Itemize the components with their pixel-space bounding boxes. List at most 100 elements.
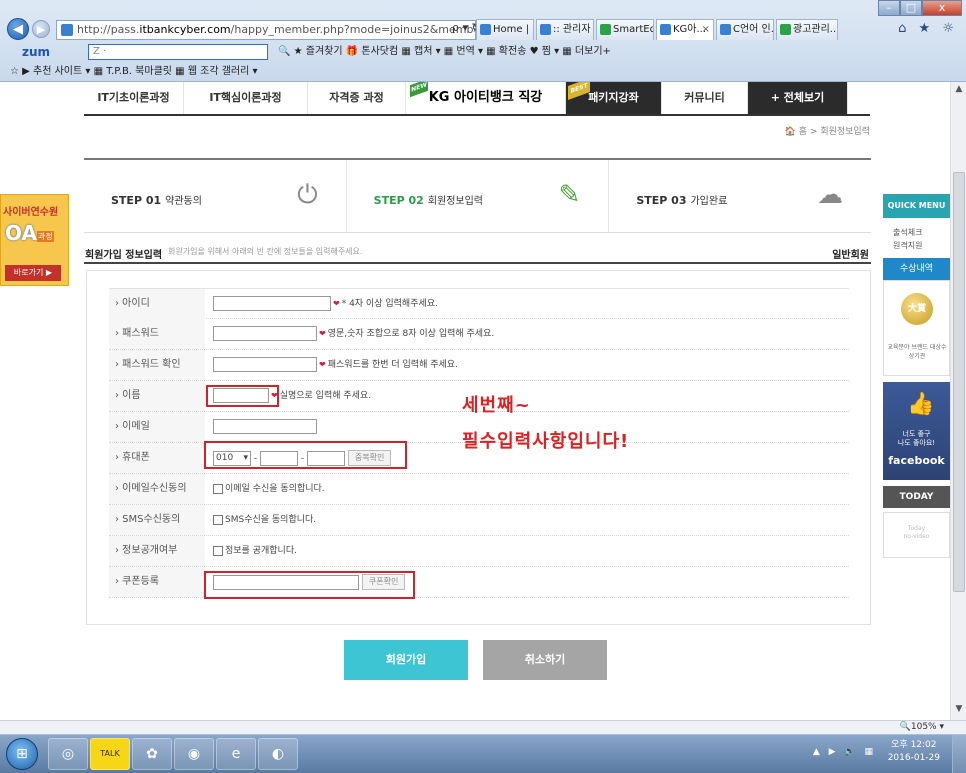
step-label: STEP 03 가입완료 (636, 192, 727, 207)
nav-item-label: IT핵심이론과정 (209, 91, 282, 104)
remote-support-link[interactable]: 원격지원 (893, 239, 950, 252)
signup-step: STEP 03 가입완료 ☁ (609, 160, 871, 232)
id-hint: * 4자 이상 입력해주세요. (341, 299, 438, 309)
cyber-training-banner[interactable]: 사이버연수원 OA 과정 바로가기 ▶ (0, 194, 69, 286)
nav-item[interactable]: 커뮤니티 (662, 82, 748, 114)
browser-tab[interactable]: KG아... × (656, 19, 714, 40)
back-button[interactable]: ◀ (7, 18, 29, 40)
tab-label: C언어 인... (733, 24, 774, 35)
cancel-button[interactable]: 취소하기 (483, 640, 607, 680)
annotation-line-1: 세번째~ (462, 395, 531, 416)
scroll-thumb[interactable] (953, 172, 965, 592)
ie-icon[interactable]: e (216, 738, 256, 770)
browser-chrome: ◀ ▶ http://pass.itbankcyber.com/happy_me… (0, 0, 966, 82)
window-controls: – □ x (878, 0, 962, 16)
nav-item[interactable]: + 전체보기 (748, 82, 848, 114)
award-box[interactable]: 大賞 교육분야 브랜드 대상수상기관 (883, 280, 950, 376)
fb-line-2: 나도 좋아요! (897, 439, 936, 447)
form-row-password: › 패스워드 ❤ 영문,숫자 조합으로 8자 이상 입력해 주세요. (109, 319, 849, 350)
form-row-public-info: › 정보공개여부 정보를 공개합니다. (109, 536, 849, 567)
email-agree-checkbox[interactable] (213, 483, 223, 494)
tab-favicon-icon (480, 24, 491, 35)
address-bar[interactable]: http://pass.itbankcyber.com/happy_member… (56, 20, 476, 40)
page-viewport: IT기초이론과정 IT핵심이론과정 자격증 과정 NEW KG 아이티뱅크 직강 BEST… (0, 82, 950, 720)
awards-header: 수상내역 (883, 258, 950, 280)
join-button[interactable]: 회원가입 (344, 640, 468, 680)
nav-item[interactable]: IT기초이론과정 (84, 82, 184, 114)
minimize-button[interactable]: – (878, 0, 900, 16)
browser-tab[interactable]: C언어 인... (716, 19, 774, 40)
browser-tab[interactable]: 광고관리... (776, 19, 838, 40)
zum-search-input[interactable]: Z · (88, 44, 268, 60)
form-description: 회원가입을 위해서 아래의 빈 칸에 정보들을 입력해주세요. (168, 247, 363, 256)
today-header: TODAY (883, 486, 950, 508)
sms-agree-checkbox[interactable] (213, 514, 223, 525)
quick-menu-header: QUICK MENU (883, 194, 950, 218)
bookmarks-bar[interactable]: ☆ ▶ 추천 사이트 ▾ ▦ T.P.B. 북마클릿 ▦ 웹 조각 갤러리 ▾ (0, 62, 966, 82)
close-tab-icon[interactable]: × (702, 20, 710, 40)
tab-label: 광고관리... (793, 24, 838, 35)
email-field[interactable] (213, 419, 317, 434)
public-info-text: 정보를 공개합니다. (225, 546, 297, 556)
zum-logo[interactable]: zum (22, 42, 50, 62)
scroll-up-icon[interactable]: ▲ (953, 84, 965, 98)
status-bar: 🔍105% ▾ (0, 720, 966, 734)
kakaotalk-icon[interactable]: TALK (90, 738, 130, 770)
power-icon: ⏻ (297, 180, 318, 210)
form-row-id: › 아이디 ❤ * 4자 이상 입력해주세요. (109, 288, 849, 319)
required-icon: ❤ (319, 360, 326, 369)
browser-tab[interactable]: :: 관리자 ... (536, 19, 594, 40)
award-caption: 교육분야 브랜드 대상수상기관 (887, 344, 947, 360)
today-empty: no-video (903, 533, 930, 540)
public-info-label: › 정보공개여부 (109, 536, 205, 566)
required-icon: ❤ (333, 299, 340, 308)
facebook-banner[interactable]: 👍 너도 좋구 나도 좋아요! facebook (883, 382, 950, 480)
annotation-line-2: 필수입력사항입니다! (462, 431, 630, 452)
system-tray-icons[interactable]: ▲ ▶ 🔈 ▦ (813, 747, 876, 757)
nav-item-label: 패키지강좌 (588, 91, 639, 104)
toolbar-tools[interactable]: 🔍 ★ 즐겨찾기 🎁 톤사닷컴 ▦ 캡처 ▾ ▦ 번역 ▾ ▦ 확전송 ♥ 찜 … (278, 42, 611, 62)
medal-icon: 大賞 (901, 293, 933, 325)
public-info-checkbox[interactable] (213, 545, 223, 556)
password-field[interactable] (213, 326, 317, 341)
id-field[interactable] (213, 296, 331, 311)
attendance-link[interactable]: 출석체크 (893, 226, 950, 239)
highlight-box-name (206, 385, 279, 407)
app-icon[interactable]: ◐ (258, 738, 298, 770)
page-scrollbar[interactable]: ▲ ▼ (950, 82, 966, 720)
nav-item[interactable]: NEW KG 아이티뱅크 직강 (406, 82, 566, 114)
banner-oa: OA (5, 221, 37, 245)
browser-tab[interactable]: Home | L... (476, 19, 534, 40)
quick-menu: QUICK MENU 출석체크 원격지원 수상내역 大賞 교육분야 브랜드 대상… (883, 194, 950, 558)
tab-label: :: 관리자 ... (553, 24, 593, 35)
maximize-button[interactable]: □ (900, 0, 922, 16)
chrome-icon[interactable]: ◉ (174, 738, 214, 770)
clock[interactable]: 오후 12:02 2016-01-29 (888, 739, 940, 765)
close-window-button[interactable]: x (922, 0, 962, 16)
sms-agree-label: › SMS수신동의 (109, 505, 205, 535)
browser-tab[interactable]: SmartEdit... (596, 19, 654, 40)
start-button[interactable]: ⊞ (6, 738, 38, 770)
scroll-down-icon[interactable]: ▼ (953, 704, 965, 718)
home-favorites-settings-icons[interactable]: ⌂ ★ ☼ (898, 21, 958, 36)
today-label: Today (907, 525, 926, 532)
url-host: itbankcyber.com (139, 23, 231, 36)
app-icon[interactable]: ✿ (132, 738, 172, 770)
password-label: › 패스워드 (109, 319, 205, 349)
media-player-icon[interactable]: ◎ (48, 738, 88, 770)
nav-item[interactable]: 자격증 과정 (308, 82, 406, 114)
password-confirm-field[interactable] (213, 357, 317, 372)
zoom-level[interactable]: 🔍105% ▾ (900, 721, 944, 734)
best-badge: BEST (568, 82, 590, 101)
forward-button[interactable]: ▶ (32, 20, 50, 38)
nav-item[interactable]: BEST 패키지강좌 (566, 82, 662, 114)
tab-label: Home | L... (493, 24, 533, 35)
nav-item[interactable]: IT핵심이론과정 (184, 82, 308, 114)
show-desktop-button[interactable] (952, 735, 966, 773)
breadcrumb: 🏠 홈 > 회원정보입력 (784, 127, 870, 137)
step-number: STEP 01 (111, 194, 162, 207)
url-path: /happy_member.php?mode=joinus2&member_gr… (230, 23, 475, 36)
form-header: 회원가입 정보입력 회원가입을 위해서 아래의 빈 칸에 정보들을 입력해주세요… (84, 240, 871, 264)
zum-toolbar: zum Z · 🔍 ★ 즐겨찾기 🎁 톤사닷컴 ▦ 캡처 ▾ ▦ 번역 ▾ ▦ … (0, 42, 966, 62)
banner-go-button[interactable]: 바로가기 ▶ (5, 265, 61, 281)
